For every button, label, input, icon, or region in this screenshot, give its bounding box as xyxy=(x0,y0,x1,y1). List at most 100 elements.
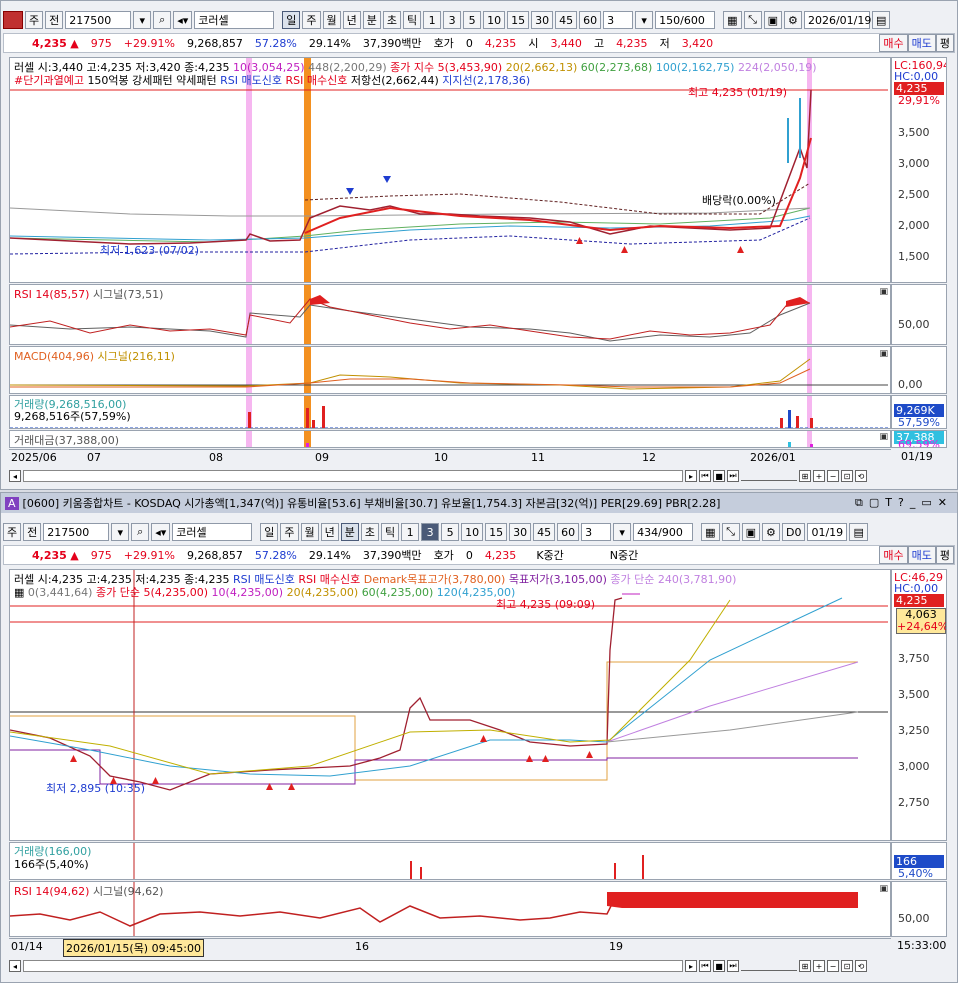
zoom-in-icon[interactable]: + xyxy=(813,470,825,482)
range-field[interactable]: 150/600 xyxy=(655,11,716,29)
gear-icon[interactable]: ⚙ xyxy=(761,523,780,541)
period-month[interactable]: 월 xyxy=(300,523,319,541)
search-icon[interactable]: ⌕ xyxy=(131,523,150,541)
period-year[interactable]: 년 xyxy=(320,523,339,541)
interval-5[interactable]: 5 xyxy=(441,523,460,541)
period-month[interactable]: 월 xyxy=(322,11,341,29)
legend-rsi-sell[interactable]: RSI 매도신호 xyxy=(220,74,282,87)
zoom-in-icon[interactable]: + xyxy=(813,960,825,972)
settings-icon[interactable]: ▦ xyxy=(14,586,24,599)
save-icon[interactable]: ▣ xyxy=(763,11,782,29)
flat-button[interactable]: 평 xyxy=(935,34,954,52)
scrollbar-bottom[interactable]: ◂ ▸ ⏮ ■ ⏭ ⊞ + − ⊡ ⟲ xyxy=(9,958,949,974)
interval-10[interactable]: 10 xyxy=(483,11,506,29)
grid-icon[interactable]: ▦ xyxy=(701,523,720,541)
fit-icon[interactable]: ⊡ xyxy=(841,470,853,482)
gear-icon[interactable]: ⚙ xyxy=(783,11,802,29)
interval-30[interactable]: 30 xyxy=(531,11,554,29)
interval-60[interactable]: 60 xyxy=(557,523,580,541)
period-year[interactable]: 년 xyxy=(342,11,361,29)
calendar-icon[interactable]: ▤ xyxy=(849,523,868,541)
sell-button[interactable]: 매도 xyxy=(907,546,936,564)
scroll-right-icon[interactable]: ▸ xyxy=(685,960,697,972)
close-icon[interactable]: ▣ xyxy=(879,432,888,442)
sell-button[interactable]: 매도 xyxy=(907,34,936,52)
legend-rsi-buy[interactable]: RSI 매수신호 xyxy=(286,74,348,87)
close-icon[interactable]: ▣ xyxy=(879,287,888,297)
scroll-track[interactable] xyxy=(23,960,683,972)
period-minute[interactable]: 분 xyxy=(340,523,359,541)
macd-signal-label[interactable]: 시그널(216,11) xyxy=(98,350,175,363)
rsi-label[interactable]: RSI 14(85,57) xyxy=(14,288,89,301)
trend-icon[interactable]: ⤡ xyxy=(743,11,762,29)
legend-target-low[interactable]: 목표저가(3,105,00) xyxy=(509,573,607,586)
stock-name-field[interactable]: 코러셀 xyxy=(194,11,275,29)
volume-panel-bottom[interactable]: 거래량(166,00) 166주(5,40%) xyxy=(9,842,891,880)
stop-icon[interactable]: ■ xyxy=(713,470,725,482)
interval-45[interactable]: 45 xyxy=(555,11,578,29)
pin-icon[interactable]: T xyxy=(885,496,898,509)
legend-ma0[interactable]: 0(3,441,64) xyxy=(28,586,93,599)
interval-45[interactable]: 45 xyxy=(533,523,556,541)
buy-button[interactable]: 매수 xyxy=(879,34,908,52)
period-minute[interactable]: 분 xyxy=(362,11,381,29)
rsi-label[interactable]: RSI 14(94,62) xyxy=(14,885,89,898)
search-icon[interactable]: ⌕ xyxy=(153,11,172,29)
scrollbar-top[interactable]: ◂ ▸ ⏮ ■ ⏭ ⊞ + − ⊡ ⟲ xyxy=(9,468,949,484)
legend-ma60[interactable]: 60(4,235,00) xyxy=(362,586,434,599)
buy-button[interactable]: 매수 xyxy=(879,546,908,564)
legend-ma240[interactable]: 종가 단순 240(3,781,90) xyxy=(610,573,736,586)
legend-ma224[interactable]: 224(2,050,19) xyxy=(738,61,817,74)
price-panel-bottom[interactable]: 러셀 시:4,235 고:4,235 저:4,235 종:4,235 RSI 매… xyxy=(9,569,891,841)
macd-panel[interactable]: MACD(404,96) 시그널(216,11) ▣ xyxy=(9,346,891,394)
close-icon[interactable]: ▣ xyxy=(879,349,888,359)
first-icon[interactable]: ⏮ xyxy=(699,470,711,482)
zoom-slider[interactable] xyxy=(741,471,797,481)
period-tick[interactable]: 틱 xyxy=(403,11,422,29)
interval-10[interactable]: 10 xyxy=(461,523,484,541)
prev-button[interactable]: 전 xyxy=(45,11,64,29)
legend-ma20[interactable]: 20(4,235,00) xyxy=(287,586,359,599)
period-day[interactable]: 일 xyxy=(260,523,279,541)
stock-code-input[interactable]: 217500 xyxy=(43,523,110,541)
stock-code-input[interactable]: 217500 xyxy=(65,11,132,29)
reset-icon[interactable]: ⟲ xyxy=(855,470,867,482)
amount-label[interactable]: 거래대금(37,388,00) xyxy=(14,434,119,447)
market-select[interactable]: 주 xyxy=(25,11,44,29)
fit-icon[interactable]: ⊡ xyxy=(841,960,853,972)
period-second[interactable]: 초 xyxy=(360,523,380,541)
zoom-out-icon[interactable]: − xyxy=(827,960,839,972)
prev-button[interactable]: 전 xyxy=(23,523,42,541)
last-icon[interactable]: ⏭ xyxy=(727,470,739,482)
code-dropdown-icon[interactable]: ▾ xyxy=(111,523,130,541)
interval-1[interactable]: 1 xyxy=(401,523,420,541)
range-field[interactable]: 434/900 xyxy=(633,523,694,541)
trend-icon[interactable]: ⤡ xyxy=(721,523,740,541)
d0-checkbox[interactable]: D0 xyxy=(781,523,806,541)
last-icon[interactable]: ⏭ xyxy=(727,960,739,972)
rsi-signal-label[interactable]: 시그널(73,51) xyxy=(93,288,163,301)
date-input[interactable]: 01/19 xyxy=(807,523,848,541)
maximize-icon[interactable]: ▭ xyxy=(921,496,937,509)
rsi-panel-top[interactable]: RSI 14(85,57) 시그널(73,51) ▣ xyxy=(9,284,891,345)
first-icon[interactable]: ⏮ xyxy=(699,960,711,972)
scroll-track[interactable] xyxy=(23,470,683,482)
amount-panel[interactable]: 거래대금(37,388,00) ▣ xyxy=(9,430,891,448)
stock-name-field[interactable]: 코러셀 xyxy=(172,523,253,541)
zoom-slider[interactable] xyxy=(741,961,797,971)
scroll-right-icon[interactable]: ▸ xyxy=(685,470,697,482)
help-icon[interactable]: ? xyxy=(898,496,910,509)
zoom-out-icon[interactable]: − xyxy=(827,470,839,482)
legend-weak-pattern[interactable]: 약세패턴 xyxy=(176,74,216,87)
grid-icon[interactable]: ▦ xyxy=(723,11,742,29)
rsi-signal-label[interactable]: 시그널(94,62) xyxy=(93,885,163,898)
code-dropdown-icon[interactable]: ▾ xyxy=(133,11,152,29)
count-dropdown-icon[interactable]: ▾ xyxy=(613,523,632,541)
reset-icon[interactable]: ⟲ xyxy=(855,960,867,972)
legend-resistance[interactable]: 저항선(2,662,44) xyxy=(351,74,439,87)
price-panel-top[interactable]: 러셀 시:3,440 고:4,235 저:3,420 종:4,235 10(3,… xyxy=(9,57,891,283)
legend-ma100[interactable]: 100(2,162,75) xyxy=(656,61,735,74)
scroll-left-icon[interactable]: ◂ xyxy=(9,960,21,972)
calendar-icon[interactable]: ▤ xyxy=(871,11,891,29)
legend-support[interactable]: 지지선(2,178,36) xyxy=(442,74,530,87)
